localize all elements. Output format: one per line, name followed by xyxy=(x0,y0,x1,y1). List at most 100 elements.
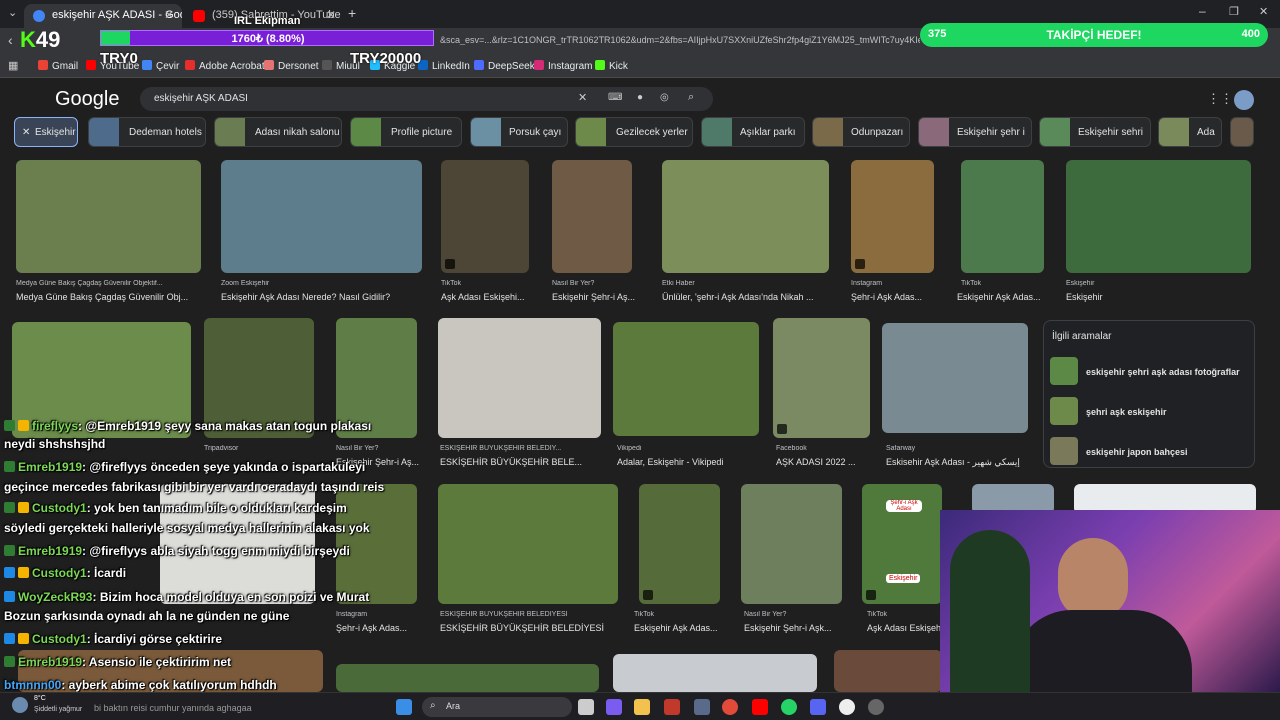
copilot-icon[interactable] xyxy=(606,699,622,715)
taskbar-search-input[interactable]: ⌕ Ara xyxy=(422,697,572,717)
bookmark-instagram[interactable]: Instagram xyxy=(534,60,592,72)
result-source[interactable]: Nasıl Bir Yer? xyxy=(552,280,642,287)
bookmark-kick[interactable]: Kick xyxy=(595,60,628,72)
result-source[interactable]: Instagram xyxy=(851,280,941,287)
result-source[interactable]: Instagram xyxy=(336,611,426,618)
result-source[interactable]: TikTok xyxy=(867,611,947,618)
result-image[interactable] xyxy=(882,323,1028,433)
result-image[interactable] xyxy=(441,160,529,273)
result-title[interactable]: Şehr-i Aşk Adas... xyxy=(851,292,941,302)
close-tab-icon[interactable]: ✕ xyxy=(326,8,336,22)
bookmark-dersonet[interactable]: Dersonet xyxy=(264,60,319,72)
result-image[interactable] xyxy=(438,484,618,604)
result-source[interactable]: Nasıl Bir Yer? xyxy=(744,611,849,618)
result-source[interactable]: Facebook xyxy=(776,445,876,452)
chip-item[interactable]: Eskişehir şehr i xyxy=(918,117,1032,147)
result-source[interactable]: TikTok xyxy=(961,280,1051,287)
related-item[interactable]: eskişehir japon bahçesi xyxy=(1044,433,1254,473)
result-title[interactable]: Aşk Adası Eskişehi... xyxy=(441,292,536,302)
result-title[interactable]: Ünlüler, 'şehr-i Aşk Adası'nda Nikah ... xyxy=(662,292,829,302)
result-title[interactable]: Aşk Adası Eskişehi... xyxy=(867,623,942,633)
result-source[interactable]: Tripadvisor xyxy=(204,445,314,452)
result-source[interactable]: Vikipedi xyxy=(617,445,763,452)
result-title[interactable]: Şehr-i Aşk Adas... xyxy=(336,623,426,633)
new-tab-icon[interactable]: + xyxy=(348,5,356,21)
chip-item[interactable]: Porsuk çayı xyxy=(470,117,568,147)
related-item[interactable]: eskişehir şehri aşk adası fotoğraflar xyxy=(1044,353,1254,393)
app-icon[interactable] xyxy=(868,699,884,715)
result-image[interactable] xyxy=(16,160,201,273)
tab-search-chevron-icon[interactable]: ⌄ xyxy=(8,6,17,19)
result-image[interactable]: Şehr-i Aşk Adası Eskişehir xyxy=(862,484,942,604)
search-icon[interactable]: ⌕ xyxy=(688,91,694,104)
chip-item[interactable]: Adası nikah salonu xyxy=(214,117,342,147)
result-image[interactable] xyxy=(834,650,942,692)
minimize-icon[interactable]: – xyxy=(1199,4,1206,18)
result-title[interactable]: Medya Güne Bakış Çagdaş Güvenilir Obj... xyxy=(16,292,201,302)
whatsapp-icon[interactable] xyxy=(781,699,797,715)
bookmark-linkedin[interactable]: LinkedIn xyxy=(418,60,470,72)
result-image[interactable] xyxy=(613,654,817,692)
result-source[interactable]: Safarway xyxy=(886,445,1032,452)
result-source[interactable]: ESKİŞEHİR BÜYÜKŞEHİR BELEDİYESİ xyxy=(440,611,625,618)
lens-icon[interactable]: ◎ xyxy=(660,92,669,103)
windows-start-icon[interactable] xyxy=(396,699,412,715)
result-image[interactable] xyxy=(1066,160,1251,273)
app-icon[interactable] xyxy=(664,699,680,715)
chip-eskisehir[interactable]: ✕ Eskişehir xyxy=(14,117,78,147)
avatar[interactable] xyxy=(1234,90,1254,110)
chip-item[interactable]: Aşıklar parkı xyxy=(701,117,805,147)
google-logo[interactable]: Google xyxy=(55,88,120,111)
file-explorer-icon[interactable] xyxy=(634,699,650,715)
chrome-icon[interactable] xyxy=(722,699,738,715)
result-source[interactable]: ESKİŞEHİR BÜYÜKŞEHİR BELEDİY... xyxy=(440,445,610,452)
bookmark-gmail[interactable]: Gmail xyxy=(38,60,78,72)
result-image[interactable] xyxy=(552,160,632,273)
chip-item[interactable]: Profile picture xyxy=(350,117,462,147)
result-title[interactable]: Eskişehir Aşk Adası Nerede? Nasıl Gidili… xyxy=(221,292,422,302)
back-icon[interactable]: ‹ xyxy=(8,32,13,48)
result-source[interactable]: Medya Güne Bakış Çagdaş Güvenilir Objekt… xyxy=(16,280,201,287)
related-item[interactable]: şehri aşk eskişehir xyxy=(1044,393,1254,433)
result-title[interactable]: AŞK ADASI 2022 ... xyxy=(776,457,876,467)
result-image[interactable] xyxy=(438,318,601,438)
google-apps-icon[interactable]: ⋮⋮ xyxy=(1207,91,1233,107)
restore-icon[interactable]: ❐ xyxy=(1229,5,1239,18)
result-image[interactable] xyxy=(851,160,934,273)
chip-item[interactable]: Eskişehir sehri xyxy=(1039,117,1151,147)
result-title[interactable]: Eskişehir Aşk Adas... xyxy=(957,292,1051,302)
result-title[interactable]: Adalar, Eskişehir - Vikipedi xyxy=(617,457,763,467)
bookmark-cevir[interactable]: Çevir xyxy=(142,60,179,72)
weather-icon[interactable] xyxy=(12,697,28,713)
tab-google-search[interactable]: eskişehir AŞK ADASI - Google'd ✕ xyxy=(24,4,182,28)
chip-item[interactable]: Ada xyxy=(1158,117,1222,147)
search-input[interactable]: eskişehir AŞK ADASI ✕ ⌨ ● ◎ ⌕ xyxy=(140,87,713,111)
result-title[interactable]: Eskişehir Şehr-i Aş... xyxy=(552,292,642,302)
result-source[interactable]: TikTok xyxy=(634,611,729,618)
bookmark-adobe[interactable]: Adobe Acrobat xyxy=(185,60,265,72)
url-text[interactable]: &sca_esv=...&rlz=1C1ONGR_trTR1062TR1062&… xyxy=(440,35,920,45)
chip-item[interactable]: Odunpazarı xyxy=(812,117,910,147)
result-source[interactable]: Nasıl Bir Yer? xyxy=(336,445,426,452)
apps-grid-icon[interactable]: ▦ xyxy=(8,59,18,72)
result-image[interactable] xyxy=(773,318,870,438)
result-source[interactable]: Etki Haber xyxy=(662,280,829,287)
bookmark-deepseek[interactable]: DeepSeek xyxy=(474,60,535,72)
mic-icon[interactable]: ● xyxy=(637,92,643,103)
chip-item[interactable]: Gezilecek yerler xyxy=(575,117,693,147)
result-source[interactable]: TikTok xyxy=(441,280,536,287)
result-title[interactable]: ESKİŞEHİR BÜYÜKŞEHİR BELE... xyxy=(440,457,610,467)
youtube-icon[interactable] xyxy=(752,699,768,715)
clear-icon[interactable]: ✕ xyxy=(578,91,587,104)
result-image[interactable] xyxy=(639,484,720,604)
result-title[interactable]: ESKİŞEHİR BÜYÜKŞEHİR BELEDİYESİ xyxy=(440,623,625,633)
result-image[interactable] xyxy=(336,664,599,692)
task-view-icon[interactable] xyxy=(578,699,594,715)
result-image[interactable] xyxy=(961,160,1044,273)
result-image[interactable] xyxy=(613,322,759,436)
result-source[interactable]: Eskişehir xyxy=(1066,280,1251,287)
chip-item[interactable] xyxy=(1230,117,1254,147)
result-title[interactable]: Eskişehir xyxy=(1066,292,1251,302)
result-source[interactable]: Zoom Eskişehir xyxy=(221,280,422,287)
chip-item[interactable]: Dedeman hotels xyxy=(88,117,206,147)
